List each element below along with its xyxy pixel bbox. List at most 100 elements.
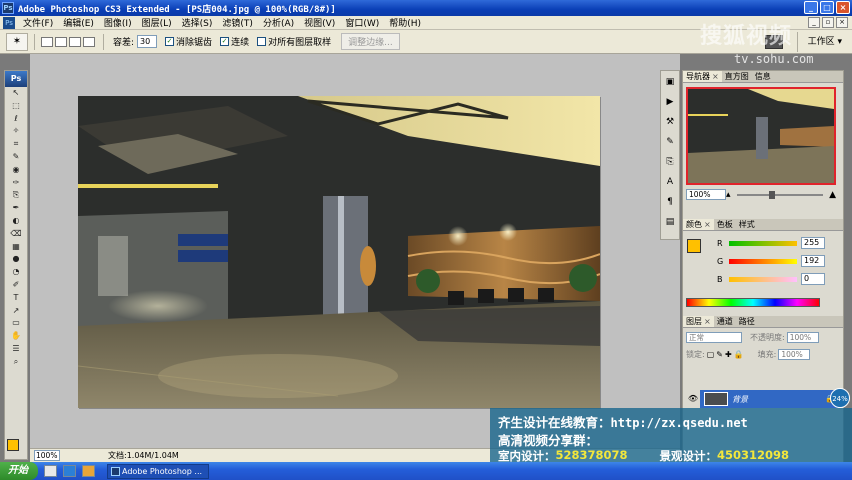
zoom-level-field[interactable]: 100% [34,450,60,461]
tab-swatches[interactable]: 色板 [714,219,736,230]
menu-window[interactable]: 窗口(W) [340,16,384,29]
foreground-color-swatch[interactable] [7,439,19,451]
eraser-tool-icon[interactable]: ◐ [5,215,27,228]
pen-tool-icon[interactable]: ✐ [5,279,27,292]
type-tool-icon[interactable]: T [5,292,27,305]
layer-comps-panel-icon[interactable]: ▤ [661,214,679,231]
brushes-panel-icon[interactable]: ✎ [661,134,679,151]
shape-tool-icon[interactable]: ▭ [5,317,27,330]
ps-menu-icon[interactable]: Ps [3,16,15,29]
green-channel-slider[interactable] [729,258,797,264]
eye-icon[interactable]: 👁 [686,390,700,408]
add-selection-mode-icon[interactable] [55,36,67,47]
burn-tool-icon[interactable]: ◔ [5,266,27,279]
tab-color[interactable]: 颜色 × [683,219,714,230]
clone-source-panel-icon[interactable]: ⎘ [661,154,679,171]
navigator-zoom-slider[interactable] [736,190,824,199]
menu-image[interactable]: 图像(I) [99,16,137,29]
clone-stamp-tool-icon[interactable]: ⎘ [5,189,27,202]
blue-channel-slider[interactable] [729,276,797,282]
character-panel-icon[interactable]: A [661,174,679,191]
marquee-tool-icon[interactable]: ⬚ [5,100,27,113]
crop-tool-icon[interactable]: ⌗ [5,138,27,151]
tab-info[interactable]: 信息 [752,71,774,82]
magic-wand-tool-preset-icon[interactable]: ✶ [6,32,28,51]
doc-restore-button[interactable]: ▫ [822,17,834,28]
history-brush-tool-icon[interactable]: ✒ [5,202,27,215]
document-size-info[interactable]: 文档:1.04M/1.04M [108,450,179,461]
contiguous-checkbox[interactable]: ✓ 连续 [220,35,249,48]
show-desktop-icon[interactable] [44,465,57,477]
layer-row-background[interactable]: 👁 背景 🔒 [686,390,838,408]
close-icon[interactable]: × [704,220,711,229]
menu-file[interactable]: 文件(F) [18,16,58,29]
zoom-tool-icon[interactable]: ⌕ [5,356,27,369]
lock-options-icons[interactable]: ▢✎✚🔒 [707,350,746,359]
tool-presets-panel-icon[interactable]: ⚒ [661,114,679,131]
slice-tool-icon[interactable]: ✎ [5,151,27,164]
magic-wand-tool-icon[interactable]: ✧ [5,125,27,138]
intersect-selection-mode-icon[interactable] [83,36,95,47]
blend-mode-select[interactable]: 正常 [686,332,742,343]
dodge-tool-icon[interactable]: ● [5,253,27,266]
tab-navigator[interactable]: 导航器 × [683,71,722,82]
slider-handle[interactable] [769,190,776,199]
fill-field[interactable]: 100% [778,349,811,360]
new-selection-mode-icon[interactable] [41,36,53,47]
red-channel-slider[interactable] [729,240,797,246]
opacity-field[interactable]: 100% [786,332,819,343]
minimize-button[interactable]: _ [804,1,818,14]
antialias-checkbox[interactable]: ✓ 消除锯齿 [165,35,212,48]
subtract-selection-mode-icon[interactable] [69,36,81,47]
paragraph-panel-icon[interactable]: ¶ [661,194,679,211]
close-icon[interactable]: × [704,317,711,326]
foreground-color-chip[interactable] [687,239,701,253]
taskbar-photoshop-item[interactable]: Adobe Photoshop ... [107,463,209,479]
folder-quicklaunch-icon[interactable] [82,465,95,477]
doc-minimize-button[interactable]: _ [808,17,820,28]
tab-channels[interactable]: 通道 [714,316,736,327]
menu-analysis[interactable]: 分析(A) [258,16,299,29]
blur-tool-icon[interactable]: ▦ [5,241,27,254]
hand-tool-icon[interactable]: ✋ [5,330,27,343]
history-panel-icon[interactable]: ▣ [661,74,679,91]
menu-filter[interactable]: 滤镜(T) [217,16,258,29]
tab-histogram[interactable]: 直方图 [722,71,752,82]
navigator-thumbnail[interactable] [686,87,836,185]
floating-progress-badge[interactable]: 24% [830,388,850,408]
doc-close-button[interactable]: × [836,17,848,28]
tab-layers[interactable]: 图层 × [683,316,714,327]
color-spectrum-bar[interactable] [686,298,820,307]
red-value-field[interactable]: 255 [801,237,825,249]
zoom-out-icon[interactable]: ▴ [726,190,731,200]
image-canvas[interactable] [78,96,600,408]
move-tool-icon[interactable]: ↖ [5,87,27,100]
notes-tool-icon[interactable]: ☰ [5,343,27,356]
start-button[interactable]: 开始 [0,462,38,480]
close-icon[interactable]: × [712,72,719,81]
path-selection-tool-icon[interactable]: ↗ [5,305,27,318]
tolerance-input[interactable] [137,35,158,48]
sample-all-layers-checkbox[interactable]: 对所有图层取样 [257,35,331,48]
menu-help[interactable]: 帮助(H) [384,16,426,29]
workspace-menu[interactable]: 工作区 ▾ [796,31,852,52]
actions-panel-icon[interactable]: ▶ [661,94,679,111]
tab-paths[interactable]: 路径 [736,316,758,327]
healing-brush-tool-icon[interactable]: ◉ [5,164,27,177]
brush-tool-icon[interactable]: ✑ [5,177,27,190]
menu-layer[interactable]: 图层(L) [137,16,177,29]
refine-edge-button[interactable]: 调整边缘... [341,33,400,50]
gradient-tool-icon[interactable]: ⌫ [5,228,27,241]
tab-styles[interactable]: 样式 [736,219,758,230]
lasso-tool-icon[interactable]: ℓ [5,113,27,126]
menu-view[interactable]: 视图(V) [299,16,340,29]
maximize-button[interactable]: □ [820,1,834,14]
blue-value-field[interactable]: 0 [801,273,825,285]
close-button[interactable]: × [836,1,850,14]
green-value-field[interactable]: 192 [801,255,825,267]
browser-quicklaunch-icon[interactable] [63,465,76,477]
menu-edit[interactable]: 编辑(E) [58,16,99,29]
menu-select[interactable]: 选择(S) [177,16,218,29]
navigator-zoom-field[interactable]: 100% [686,189,726,200]
zoom-in-icon[interactable]: ▲ [829,190,836,200]
